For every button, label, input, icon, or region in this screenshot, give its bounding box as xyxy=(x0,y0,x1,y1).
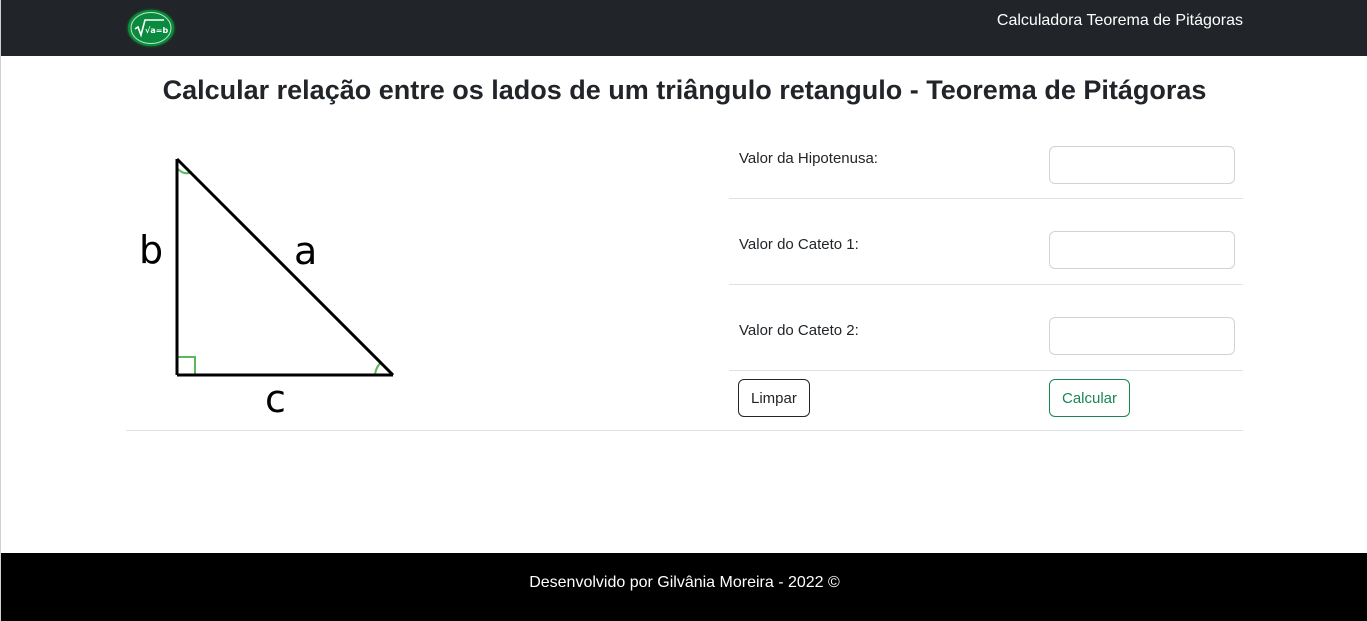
right-angle-marker xyxy=(177,356,196,375)
calculate-button[interactable]: Calcular xyxy=(1049,379,1131,417)
hypotenuse-label: Valor da Hipotenusa: xyxy=(739,150,878,167)
side-c-label: c xyxy=(265,377,286,421)
page-title: Calcular relação entre os lados de um tr… xyxy=(162,75,1207,105)
footer: Desenvolvido por Gilvânia Moreira - 2022… xyxy=(1,553,1367,621)
hypotenuse-input[interactable] xyxy=(1049,146,1235,184)
cathetus-1-input[interactable] xyxy=(1049,231,1235,269)
side-b-label: b xyxy=(139,228,163,272)
clear-button[interactable]: Limpar xyxy=(738,379,810,417)
navbar: √a=b Calculadora Teorema de Pitágoras xyxy=(1,0,1367,56)
right-triangle-diagram: b a c xyxy=(139,157,395,421)
footer-credit: Desenvolvido por Gilvânia Moreira - 2022… xyxy=(529,574,840,591)
cathetus-2-label: Valor do Cateto 2: xyxy=(739,322,859,339)
cathetus-2-row: Valor do Cateto 2: xyxy=(729,285,1243,371)
cathetus-1-row: Valor do Cateto 1: xyxy=(729,199,1243,285)
side-a-line xyxy=(175,157,395,377)
page: √a=b Calculadora Teorema de Pitágoras Ca… xyxy=(0,0,1367,621)
calculator-logo-icon[interactable]: √a=b xyxy=(126,8,176,48)
logo-text: √a=b xyxy=(145,26,168,35)
section-divider xyxy=(126,430,1243,431)
navbar-brand-title[interactable]: Calculadora Teorema de Pitágoras xyxy=(997,11,1243,31)
cathetus-2-input[interactable] xyxy=(1049,317,1235,355)
side-a-label: a xyxy=(294,229,317,273)
cathetus-1-label: Valor do Cateto 1: xyxy=(739,236,859,253)
hypotenuse-row: Valor da Hipotenusa: xyxy=(729,113,1243,199)
